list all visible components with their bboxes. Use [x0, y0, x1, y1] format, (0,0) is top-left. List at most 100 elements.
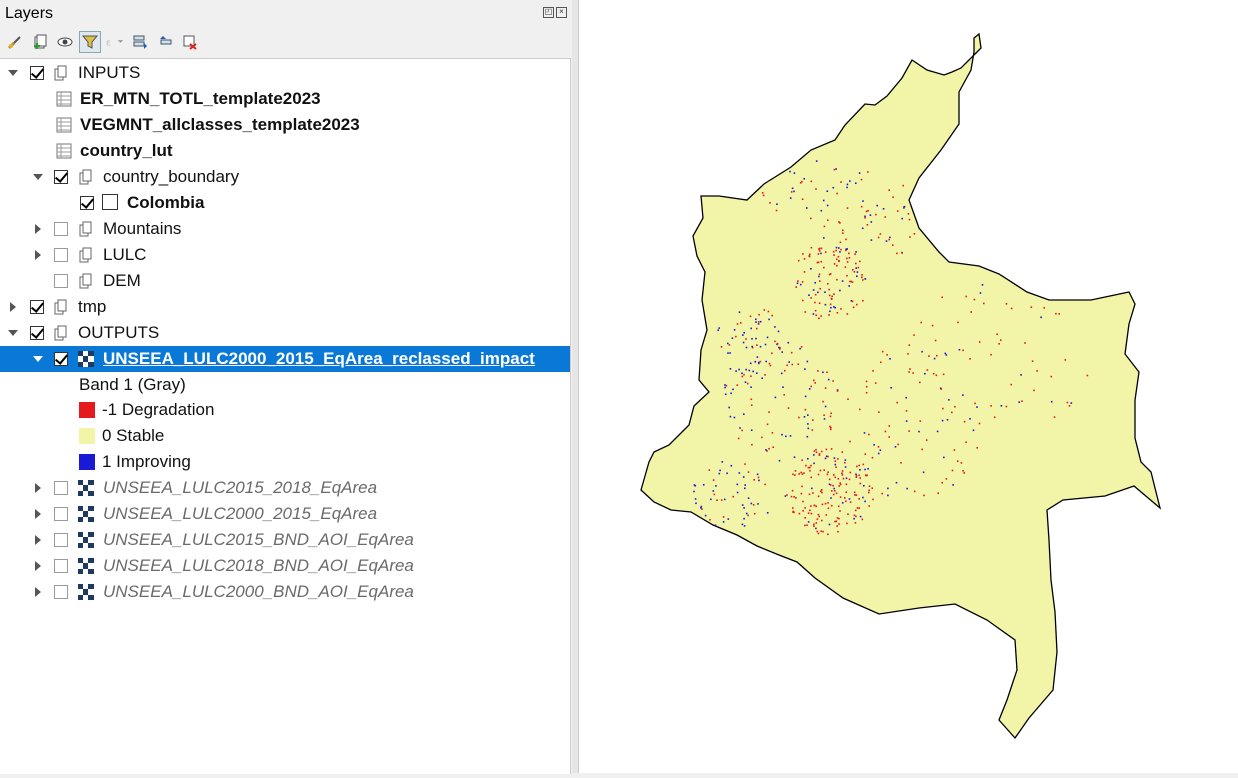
style-layer-button[interactable]: [4, 31, 26, 53]
layer-item-table[interactable]: ER_MTN_TOTL_template2023: [0, 86, 570, 112]
layer-group-mountains[interactable]: Mountains: [0, 216, 570, 242]
layer-checkbox[interactable]: [54, 585, 68, 599]
layer-item-raster[interactable]: UNSEEA_LULC2000_BND_AOI_EqArea: [0, 579, 570, 605]
layer-checkbox[interactable]: [54, 274, 68, 288]
layer-checkbox[interactable]: [54, 481, 68, 495]
layer-group-outputs[interactable]: OUTPUTS: [0, 320, 570, 346]
group-icon: [79, 273, 92, 289]
raster-icon: [78, 506, 94, 522]
layer-label: UNSEEA_LULC2000_2015_EqArea_reclassed_im…: [103, 349, 535, 368]
legend-swatch: [79, 454, 95, 470]
layer-checkbox[interactable]: [54, 533, 68, 547]
layer-item-raster[interactable]: UNSEEA_LULC2018_BND_AOI_EqArea: [0, 553, 570, 579]
expand-all-icon: [133, 35, 147, 49]
expand-arrow-icon[interactable]: [35, 250, 41, 260]
layer-item-impact-selected[interactable]: UNSEEA_LULC2000_2015_EqArea_reclassed_im…: [0, 346, 570, 372]
layer-label: OUTPUTS: [78, 323, 160, 342]
layer-item-table[interactable]: country_lut: [0, 138, 570, 164]
svg-text:ε: ε: [106, 39, 111, 49]
add-group-icon: [34, 34, 47, 49]
layer-label: ER_MTN_TOTL_template2023: [80, 89, 321, 108]
layer-group-country-boundary[interactable]: country_boundary: [0, 164, 570, 190]
layer-label: VEGMNT_allclasses_template2023: [80, 115, 360, 134]
remove-layer-button[interactable]: [179, 31, 201, 53]
table-icon: [56, 143, 72, 159]
layer-checkbox[interactable]: [54, 248, 68, 262]
group-icon: [79, 169, 92, 185]
panel-controls: ◰ ×: [543, 7, 567, 18]
expand-arrow-icon[interactable]: [35, 561, 41, 571]
layer-checkbox[interactable]: [30, 300, 44, 314]
table-icon: [56, 117, 72, 133]
legend-label: 1 Improving: [102, 452, 191, 471]
layer-label: Mountains: [103, 219, 182, 238]
layer-group-lulc[interactable]: LULC: [0, 242, 570, 268]
layer-group-tmp[interactable]: tmp: [0, 294, 570, 320]
layer-item-raster[interactable]: UNSEEA_LULC2015_BND_AOI_EqArea: [0, 527, 570, 553]
legend-band-label: Band 1 (Gray): [0, 372, 570, 398]
layers-panel: Layers ◰ × ε INPUTS ER_MTN_TOTL_template…: [0, 0, 572, 774]
layer-checkbox[interactable]: [30, 66, 44, 80]
layer-group-inputs[interactable]: INPUTS: [0, 60, 570, 86]
expand-arrow-icon[interactable]: [35, 509, 41, 519]
legend-label: 0 Stable: [102, 426, 165, 445]
colombia-polygon: [640, 33, 1161, 739]
collapse-all-button[interactable]: [154, 31, 176, 53]
polygon-symbol-icon: [102, 194, 118, 210]
map-svg: [640, 33, 1161, 739]
expand-arrow-icon[interactable]: [35, 224, 41, 234]
layer-checkbox[interactable]: [54, 507, 68, 521]
filter-expression-button[interactable]: ε: [104, 31, 126, 53]
filter-legend-icon: [82, 35, 98, 49]
legend-label: -1 Degradation: [102, 400, 215, 419]
expand-arrow-icon[interactable]: [35, 587, 41, 597]
layer-label: UNSEEA_LULC2015_BND_AOI_EqArea: [103, 530, 414, 549]
expand-all-button[interactable]: [129, 31, 151, 53]
layer-checkbox[interactable]: [54, 559, 68, 573]
layer-checkbox[interactable]: [54, 352, 68, 366]
close-panel-icon[interactable]: ×: [556, 7, 567, 18]
layer-item-table[interactable]: VEGMNT_allclasses_template2023: [0, 112, 570, 138]
layer-item-colombia[interactable]: Colombia: [0, 190, 570, 216]
raster-icon: [78, 480, 94, 496]
manage-visibility-button[interactable]: [54, 31, 76, 53]
collapse-arrow-icon[interactable]: [8, 330, 18, 336]
layer-group-dem[interactable]: DEM: [0, 268, 570, 294]
expand-arrow-icon[interactable]: [35, 483, 41, 493]
collapse-arrow-icon[interactable]: [33, 174, 43, 180]
collapse-arrow-icon[interactable]: [8, 70, 18, 76]
raster-icon: [78, 558, 94, 574]
layer-label: UNSEEA_LULC2018_BND_AOI_EqArea: [103, 556, 414, 575]
float-panel-icon[interactable]: ◰: [543, 7, 554, 18]
layer-checkbox[interactable]: [80, 196, 94, 210]
layer-checkbox[interactable]: [30, 326, 44, 340]
filter-legend-button[interactable]: [79, 31, 101, 53]
map-canvas[interactable]: [578, 0, 1238, 773]
layer-checkbox[interactable]: [54, 170, 68, 184]
collapse-arrow-icon[interactable]: [33, 356, 43, 362]
group-icon: [54, 65, 67, 81]
expand-arrow-icon[interactable]: [35, 535, 41, 545]
band-label: Band 1 (Gray): [79, 375, 186, 394]
layer-item-raster[interactable]: UNSEEA_LULC2000_2015_EqArea: [0, 501, 570, 527]
group-icon: [54, 325, 67, 341]
layer-label: UNSEEA_LULC2015_2018_EqArea: [103, 478, 378, 497]
layers-toolbar: ε: [4, 30, 201, 54]
legend-item-degradation: -1 Degradation: [0, 397, 570, 423]
add-group-button[interactable]: [29, 31, 51, 53]
collapse-all-icon: [160, 36, 172, 45]
remove-layer-icon: [183, 35, 197, 50]
filter-expression-icon: ε: [106, 39, 124, 49]
legend-swatch: [79, 402, 95, 418]
layer-label: country_boundary: [103, 167, 240, 186]
layer-label: LULC: [103, 245, 147, 264]
layer-label: country_lut: [80, 141, 173, 160]
layer-item-raster[interactable]: UNSEEA_LULC2015_2018_EqArea: [0, 475, 570, 501]
expand-arrow-icon[interactable]: [10, 302, 16, 312]
layer-checkbox[interactable]: [54, 222, 68, 236]
group-icon: [54, 299, 67, 315]
legend-item-improving: 1 Improving: [0, 449, 570, 475]
layer-tree: INPUTS ER_MTN_TOTL_template2023 VEGMNT_a…: [0, 58, 571, 774]
raster-icon: [78, 532, 94, 548]
table-icon: [56, 91, 72, 107]
